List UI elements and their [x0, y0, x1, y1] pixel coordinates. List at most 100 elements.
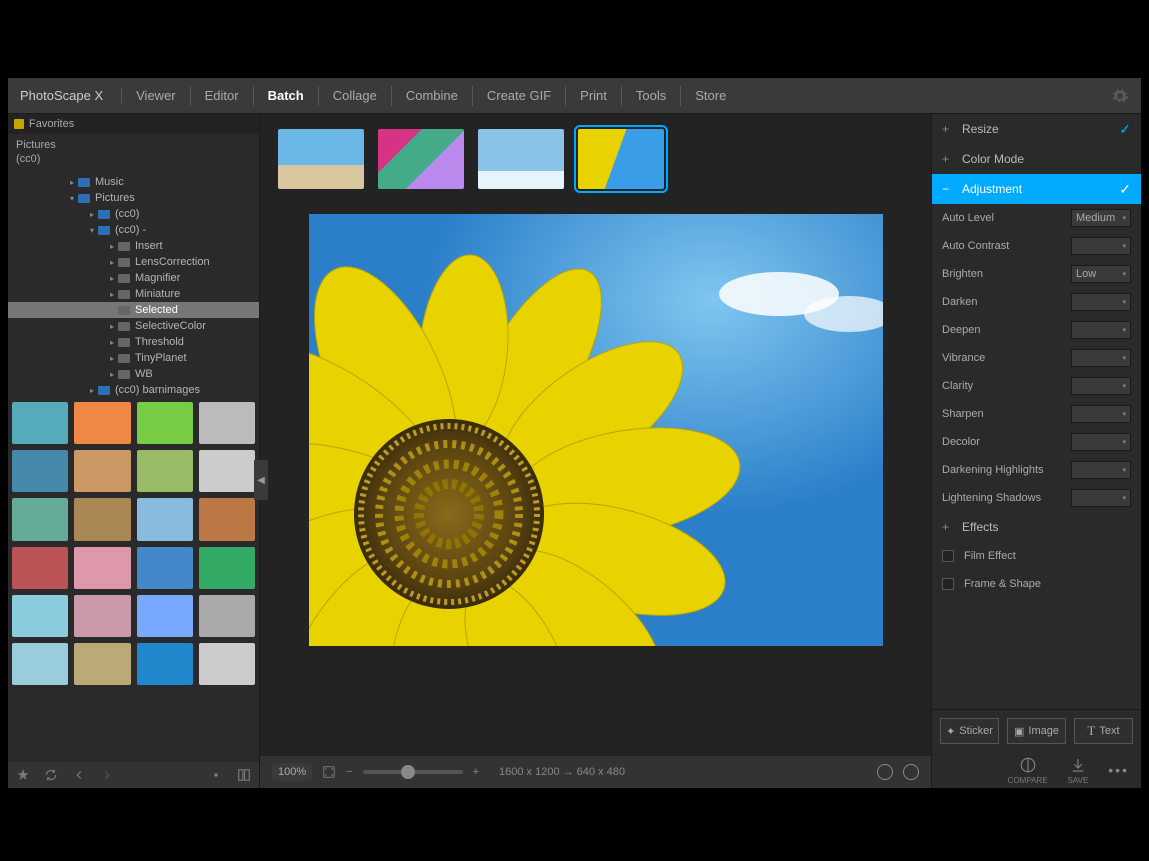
thumbnail[interactable] [137, 547, 193, 589]
save-button[interactable]: SAVE [1068, 756, 1089, 785]
strip-thumb[interactable] [378, 129, 464, 189]
expand-arrow-icon[interactable]: ▸ [68, 178, 76, 187]
thumbnail[interactable] [199, 595, 255, 637]
view-settings-icon[interactable] [209, 768, 223, 782]
adjustment-dropdown[interactable]: ▾ [1071, 321, 1131, 339]
more-menu-icon[interactable]: ••• [1108, 762, 1129, 778]
undo-icon[interactable] [877, 764, 893, 780]
folder-tree[interactable]: ▸Music▾Pictures▸(cc0)▾(cc0) -▸Insert▸Len… [8, 170, 259, 398]
tab-batch[interactable]: Batch [254, 78, 318, 114]
checkbox-icon[interactable] [942, 550, 954, 562]
tree-node[interactable]: ▸Magnifier [8, 270, 259, 286]
expand-arrow-icon[interactable]: ▸ [108, 274, 116, 283]
expand-arrow-icon[interactable]: ▸ [108, 354, 116, 363]
tab-editor[interactable]: Editor [191, 78, 253, 114]
film-effect-row[interactable]: Film Effect [932, 542, 1141, 570]
tree-node[interactable]: ▸SelectiveColor [8, 318, 259, 334]
color-mode-section[interactable]: + Color Mode [932, 144, 1141, 174]
compare-button[interactable]: COMPARE [1008, 756, 1048, 785]
thumbnail[interactable] [137, 643, 193, 685]
fit-screen-icon[interactable] [322, 765, 336, 779]
expand-arrow-icon[interactable]: ▸ [108, 322, 116, 331]
resize-section[interactable]: + Resize ✓ [932, 114, 1141, 144]
strip-thumb[interactable] [278, 129, 364, 189]
image-button[interactable]: ▣Image [1007, 718, 1066, 744]
expand-arrow-icon[interactable]: ▸ [88, 210, 96, 219]
refresh-icon[interactable] [44, 768, 58, 782]
thumbnail[interactable] [199, 498, 255, 540]
thumbnail[interactable] [74, 595, 130, 637]
adjustment-dropdown[interactable]: ▾ [1071, 237, 1131, 255]
preview-image[interactable] [309, 214, 883, 646]
tree-node[interactable]: ▸Miniature [8, 286, 259, 302]
adjustment-dropdown[interactable]: Medium▾ [1071, 209, 1131, 227]
thumbnail[interactable] [74, 402, 130, 444]
strip-thumb-selected[interactable] [578, 129, 664, 189]
tab-combine[interactable]: Combine [392, 78, 472, 114]
expand-arrow-icon[interactable]: ▸ [88, 386, 96, 395]
tab-store[interactable]: Store [681, 78, 740, 114]
thumbnail[interactable] [74, 450, 130, 492]
favorites-header[interactable]: Favorites [8, 114, 259, 134]
tree-node[interactable]: ▸LensCorrection [8, 254, 259, 270]
nav-forward-icon[interactable] [100, 768, 114, 782]
thumbnail[interactable] [137, 498, 193, 540]
expand-arrow-icon[interactable]: ▸ [108, 338, 116, 347]
zoom-slider[interactable] [363, 770, 463, 774]
sticker-button[interactable]: ✦Sticker [940, 718, 999, 744]
effects-section[interactable]: + Effects [932, 512, 1141, 542]
adjustment-dropdown[interactable]: ▾ [1071, 293, 1131, 311]
settings-gear-icon[interactable] [1111, 87, 1129, 105]
adjustment-dropdown[interactable]: ▾ [1071, 489, 1131, 507]
tree-node[interactable]: ▾Pictures [8, 190, 259, 206]
thumbnail[interactable] [12, 643, 68, 685]
thumbnail[interactable] [74, 498, 130, 540]
expand-arrow-icon[interactable]: ▸ [108, 258, 116, 267]
adjustment-dropdown[interactable]: ▾ [1071, 433, 1131, 451]
thumbnail[interactable] [137, 595, 193, 637]
frame-shape-row[interactable]: Frame & Shape [932, 570, 1141, 598]
tree-node[interactable]: ▸WB [8, 366, 259, 382]
zoom-plus[interactable]: + [473, 766, 479, 778]
tab-collage[interactable]: Collage [319, 78, 391, 114]
zoom-percent[interactable]: 100% [272, 763, 312, 781]
thumbnail[interactable] [12, 498, 68, 540]
thumbnail[interactable] [12, 450, 68, 492]
expand-arrow-icon[interactable]: ▾ [68, 194, 76, 203]
thumbnail[interactable] [74, 547, 130, 589]
tree-node[interactable]: ▸Threshold [8, 334, 259, 350]
adjustment-dropdown[interactable]: Low▾ [1071, 265, 1131, 283]
zoom-slider-knob[interactable] [401, 765, 415, 779]
thumbnail[interactable] [74, 643, 130, 685]
adjustment-dropdown[interactable]: ▾ [1071, 349, 1131, 367]
thumbnail[interactable] [12, 402, 68, 444]
tab-viewer[interactable]: Viewer [122, 78, 190, 114]
tab-print[interactable]: Print [566, 78, 621, 114]
adjustment-dropdown[interactable]: ▾ [1071, 405, 1131, 423]
thumbnail[interactable] [12, 595, 68, 637]
zoom-minus[interactable]: − [346, 766, 352, 778]
thumbnail[interactable] [199, 643, 255, 685]
tree-node[interactable]: Selected [8, 302, 259, 318]
redo-icon[interactable] [903, 764, 919, 780]
thumbnail[interactable] [199, 450, 255, 492]
thumbnail[interactable] [12, 547, 68, 589]
layout-toggle-icon[interactable] [237, 768, 251, 782]
tab-create-gif[interactable]: Create GIF [473, 78, 565, 114]
adjustment-dropdown[interactable]: ▾ [1071, 461, 1131, 479]
tree-node[interactable]: ▸(cc0) [8, 206, 259, 222]
tree-node[interactable]: ▸TinyPlanet [8, 350, 259, 366]
thumbnail[interactable] [199, 402, 255, 444]
folder-thumbnails[interactable] [8, 398, 259, 762]
tree-node[interactable]: ▾(cc0) - [8, 222, 259, 238]
text-button[interactable]: TText [1074, 718, 1133, 744]
strip-thumb[interactable] [478, 129, 564, 189]
expand-arrow-icon[interactable]: ▸ [108, 290, 116, 299]
adjustment-section[interactable]: − Adjustment ✓ [932, 174, 1141, 204]
favorite-star-icon[interactable] [16, 768, 30, 782]
checkbox-icon[interactable] [942, 578, 954, 590]
tree-node[interactable]: ▸Insert [8, 238, 259, 254]
thumbnail[interactable] [199, 547, 255, 589]
expand-arrow-icon[interactable]: ▸ [108, 242, 116, 251]
thumbnail[interactable] [137, 402, 193, 444]
